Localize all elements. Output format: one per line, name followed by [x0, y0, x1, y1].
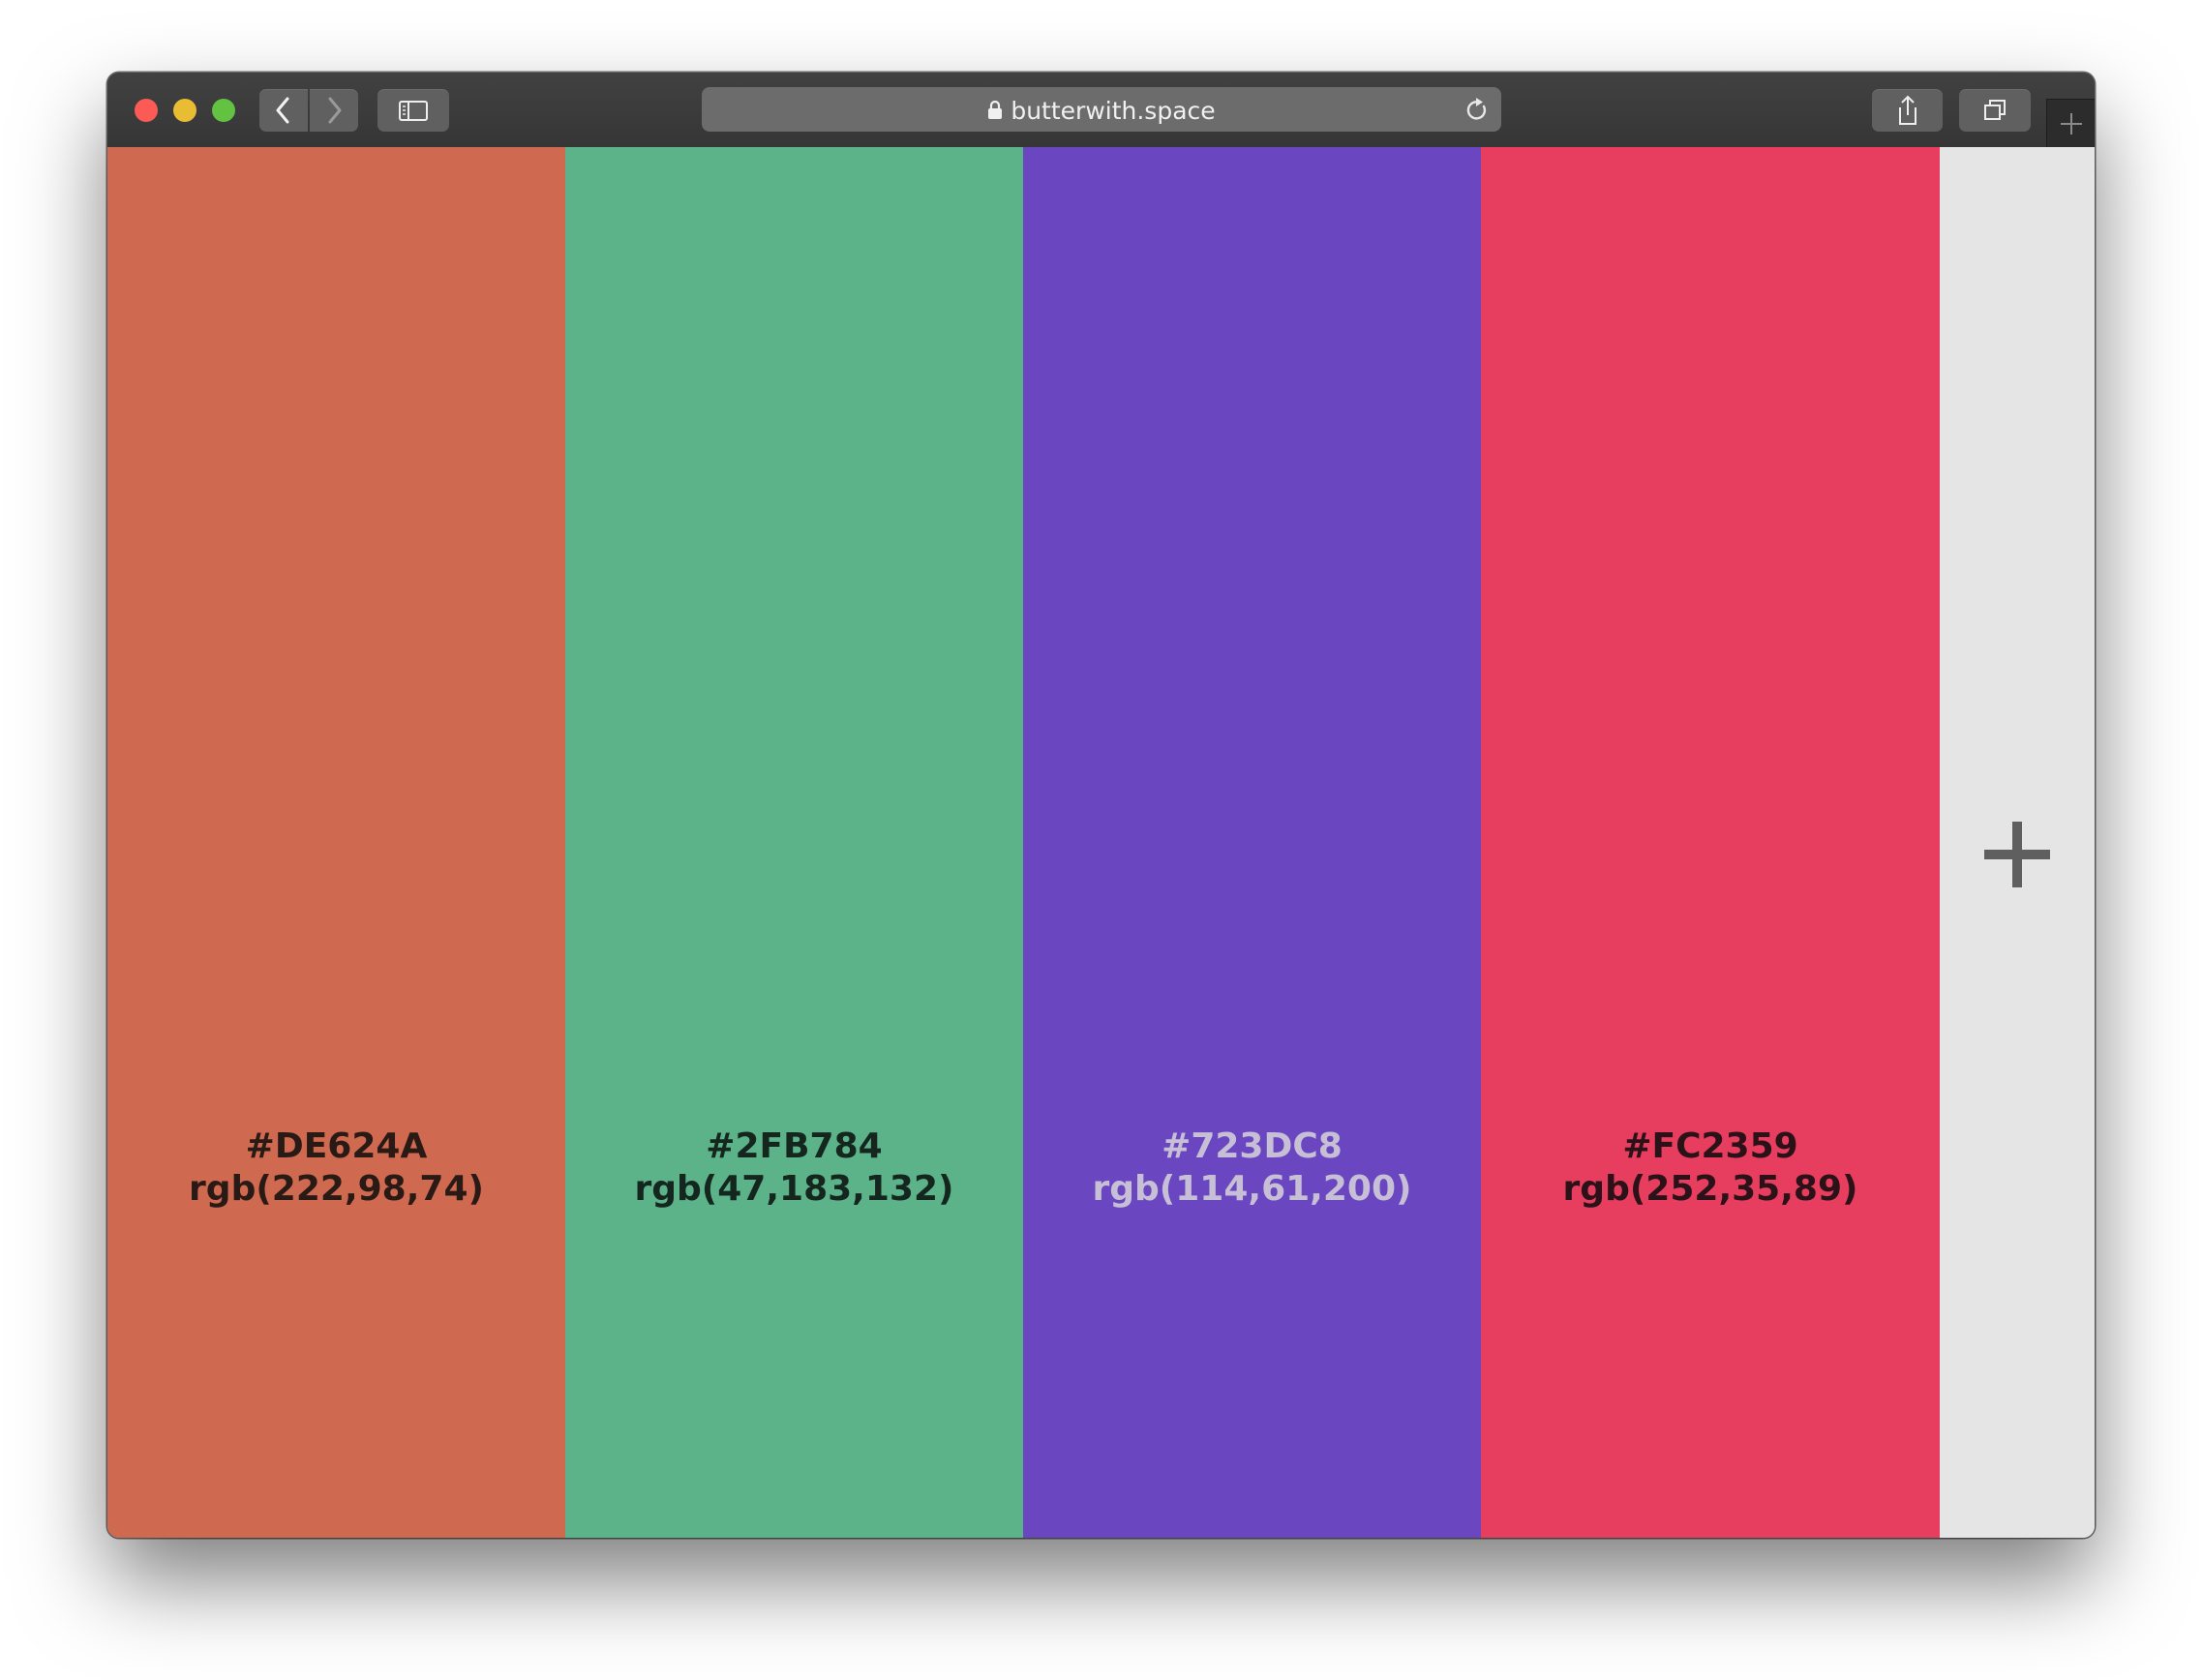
share-button[interactable]	[1872, 89, 1943, 132]
swatch-label: #FC2359 rgb(252,35,89)	[1481, 1125, 1940, 1211]
back-button[interactable]	[259, 89, 308, 132]
forward-button[interactable]	[310, 89, 358, 132]
swatch-hex: #2FB784	[706, 1126, 883, 1166]
address-bar[interactable]: butterwith.space	[702, 87, 1501, 132]
minimize-window-button[interactable]	[173, 99, 196, 122]
new-tab-button[interactable]	[2046, 99, 2095, 148]
share-icon	[1899, 95, 1916, 125]
chevron-right-icon	[328, 97, 342, 124]
color-swatch[interactable]: #FC2359 rgb(252,35,89)	[1481, 147, 1940, 1538]
swatch-rgb: rgb(222,98,74)	[189, 1169, 484, 1209]
browser-toolbar: butterwith.space	[107, 73, 2095, 148]
tabs-overview-icon	[1984, 100, 2006, 120]
plus-icon	[1984, 822, 2050, 887]
swatch-label: #723DC8 rgb(114,61,200)	[1023, 1125, 1481, 1211]
swatch-label: #2FB784 rgb(47,183,132)	[565, 1125, 1023, 1211]
swatch-rgb: rgb(47,183,132)	[634, 1169, 954, 1209]
swatch-rgb: rgb(114,61,200)	[1092, 1169, 1412, 1209]
color-swatch[interactable]: #723DC8 rgb(114,61,200)	[1023, 147, 1481, 1538]
add-color-button[interactable]	[1940, 147, 2095, 1538]
reload-icon[interactable]	[1463, 95, 1492, 124]
chevron-left-icon	[276, 97, 289, 124]
palette-area: #DE624A rgb(222,98,74) #2FB784 rgb(47,18…	[107, 147, 2095, 1538]
swatch-label: #DE624A rgb(222,98,74)	[107, 1125, 565, 1211]
color-swatch[interactable]: #DE624A rgb(222,98,74)	[107, 147, 565, 1538]
url-text: butterwith.space	[1011, 97, 1216, 125]
sidebar-icon	[399, 101, 428, 121]
swatch-rgb: rgb(252,35,89)	[1562, 1169, 1858, 1209]
tabs-button[interactable]	[1959, 89, 2031, 132]
color-swatch[interactable]: #2FB784 rgb(47,183,132)	[565, 147, 1023, 1538]
url-display: butterwith.space	[702, 97, 1501, 125]
zoom-window-button[interactable]	[212, 99, 235, 122]
sidebar-button[interactable]	[377, 89, 449, 132]
swatch-hex: #DE624A	[245, 1126, 428, 1166]
close-window-button[interactable]	[135, 99, 158, 122]
plus-icon	[2061, 113, 2082, 135]
lock-icon	[988, 100, 1003, 119]
swatch-hex: #723DC8	[1162, 1126, 1343, 1166]
swatch-hex: #FC2359	[1622, 1126, 1798, 1166]
browser-window: butterwith.space #DE624A rgb(222,98,74) …	[107, 73, 2095, 1538]
